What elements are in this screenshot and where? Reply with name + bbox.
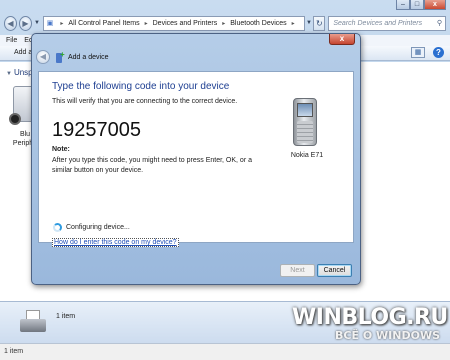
dialog-close-button[interactable]: x [329, 34, 355, 45]
watermark-title: WINBLOG.RU [292, 305, 448, 330]
watermark: WINBLOG.RU ВСЁ О WINDOWS [292, 305, 448, 350]
dialog-title: Add a device [68, 53, 109, 61]
note-label: Note: [52, 146, 70, 153]
breadcrumb-item[interactable]: Devices and Printers [153, 20, 218, 27]
address-bar[interactable]: ▣ ▸ All Control Panel Items ▸ Devices an… [42, 15, 305, 31]
breadcrumb-separator: ▸ [291, 20, 295, 27]
mobile-phone-icon [293, 98, 317, 146]
help-link[interactable]: How do I enter this code on my device? [52, 238, 179, 247]
forward-arrow-icon[interactable]: ▶ [19, 15, 32, 31]
minimize-button[interactable]: – [396, 0, 410, 10]
note-text: After you type this code, you might need… [52, 157, 252, 174]
breadcrumb-separator: ▸ [60, 20, 64, 27]
recent-pages-dropdown[interactable]: ▼ [34, 20, 41, 26]
change-view-icon[interactable]: ▦ [411, 47, 425, 58]
add-device-icon: + [55, 50, 65, 63]
dialog-header: ◀ + Add a device [36, 48, 108, 66]
window-controls: – □ x [396, 0, 446, 10]
breadcrumb-item[interactable]: All Control Panel Items [68, 20, 139, 27]
breadcrumb-item[interactable]: Bluetooth Devices [230, 20, 286, 27]
dialog-heading: Type the following code into your device [52, 81, 230, 92]
next-button[interactable]: Next [280, 264, 315, 277]
refresh-icon[interactable]: ↻ [313, 15, 326, 31]
breadcrumb-separator: ▸ [144, 20, 148, 27]
navigation-row: ◀ ▶ ▼ ▣ ▸ All Control Panel Items ▸ Devi… [4, 14, 447, 32]
search-icon[interactable]: ⚲ [437, 17, 445, 30]
watermark-subtitle: ВСЁ О WINDOWS [335, 329, 440, 342]
address-dropdown[interactable]: ▼ [305, 20, 313, 26]
dialog-body: Type the following code into your device… [38, 71, 354, 247]
dialog-subtext: This will verify that you are connecting… [52, 98, 238, 105]
device-name: Nokia E71 [290, 152, 324, 159]
back-arrow-icon[interactable]: ◀ [36, 50, 50, 64]
status-text: 1 item [4, 348, 24, 355]
cancel-button[interactable]: Cancel [317, 264, 352, 277]
search-input[interactable]: Search Devices and Printers ⚲ [328, 15, 447, 31]
search-placeholder: Search Devices and Printers [333, 19, 423, 27]
control-panel-icon: ▣ [46, 20, 54, 27]
maximize-button[interactable]: □ [410, 0, 424, 10]
help-icon[interactable]: ? [433, 47, 444, 58]
configuring-status: Configuring device... [66, 224, 130, 231]
busy-spinner-icon [53, 223, 62, 232]
group-header-label: Unsp [13, 68, 33, 77]
pairing-code: 19257005 [52, 119, 141, 141]
command-bar-right: ▦ ? [411, 47, 444, 58]
details-item-count: 1 item [56, 313, 76, 320]
collapse-triangle-icon[interactable]: ▼ [6, 71, 12, 77]
back-arrow-icon[interactable]: ◀ [4, 15, 17, 31]
close-button[interactable]: x [424, 0, 446, 10]
add-device-dialog: x ◀ + Add a device Type the following co… [31, 33, 361, 285]
breadcrumb-separator: ▸ [222, 20, 226, 27]
menu-file[interactable]: File [6, 35, 17, 46]
group-header[interactable]: ▼ Unsp [6, 68, 33, 77]
printer-icon [20, 310, 46, 336]
